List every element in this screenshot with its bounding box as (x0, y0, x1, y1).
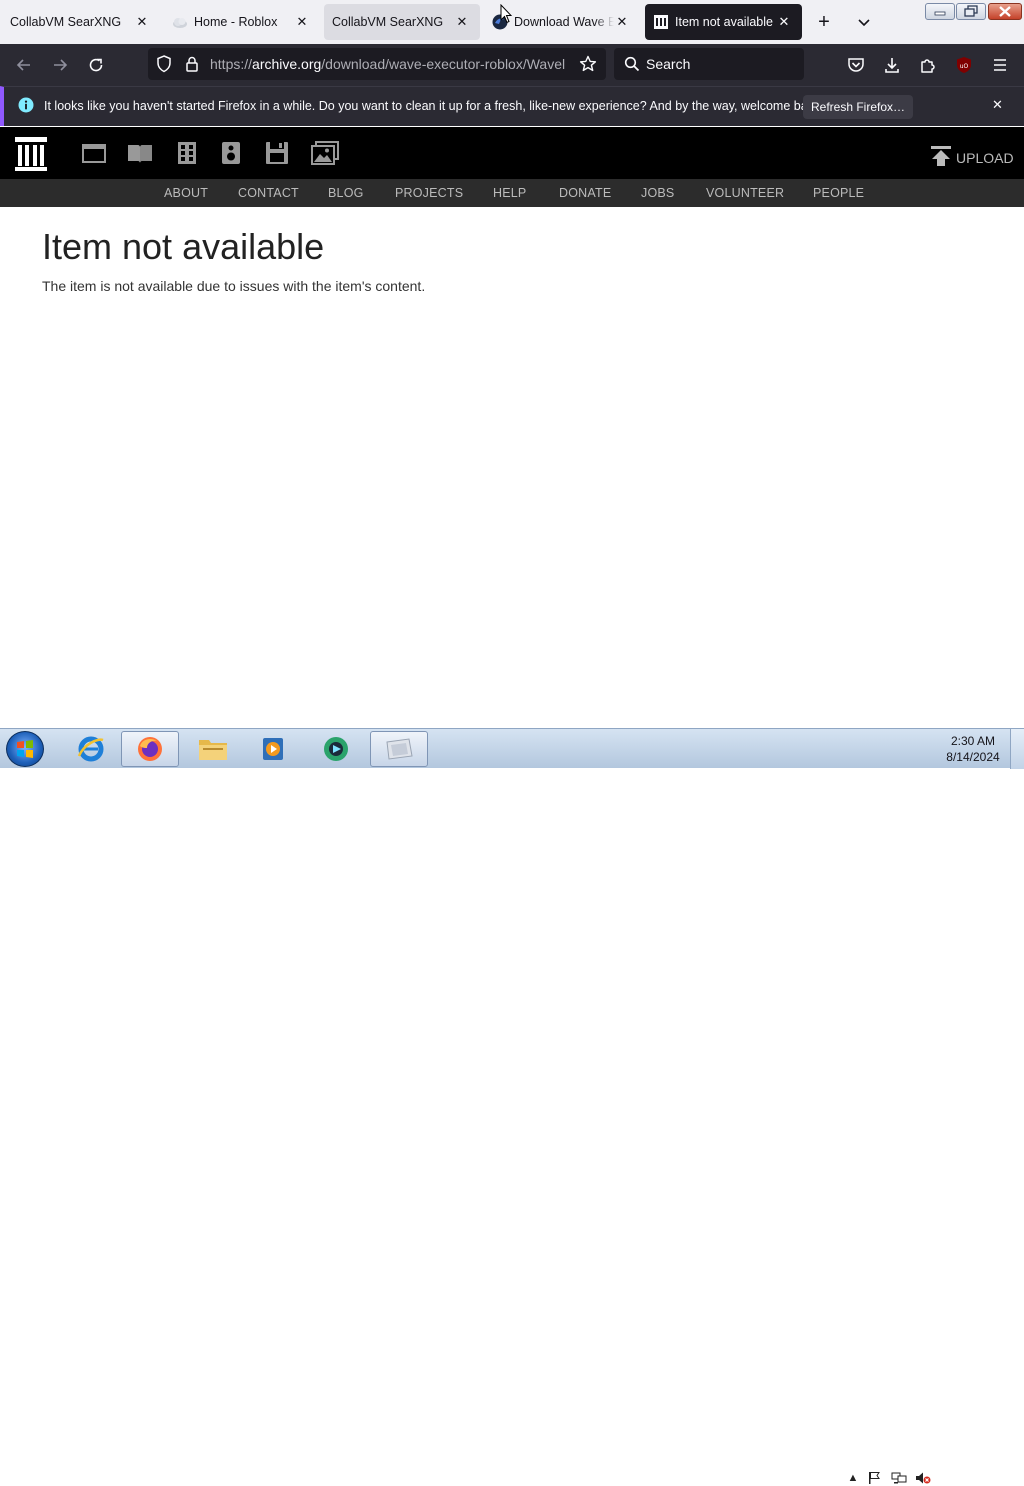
page-message: The item is not available due to issues … (42, 278, 426, 294)
notification-close-icon[interactable]: ✕ (992, 97, 1003, 113)
bookmark-star-icon[interactable] (576, 52, 600, 76)
extensions-puzzle-icon[interactable] (916, 53, 940, 77)
show-desktop-button[interactable] (1010, 729, 1024, 769)
file-explorer-icon[interactable] (184, 731, 242, 767)
tab-close-icon[interactable]: ✕ (614, 14, 630, 30)
action-center-flag-icon[interactable] (866, 1470, 882, 1486)
archive-icon (653, 14, 669, 30)
tab-close-icon[interactable]: ✕ (294, 14, 310, 30)
search-placeholder: Search (646, 56, 691, 72)
notification-text: It looks like you haven't started Firefo… (44, 99, 824, 113)
url-text[interactable]: https://archive.org/download/wave-execut… (210, 56, 572, 72)
restore-button[interactable] (956, 3, 986, 20)
tab-home-roblox[interactable]: Home - Roblox ✕ (164, 4, 320, 40)
tracking-shield-icon[interactable] (152, 52, 176, 76)
refresh-firefox-button[interactable]: Refresh Firefox… (803, 95, 913, 119)
minimize-button[interactable] (925, 3, 955, 20)
forward-arrow-icon[interactable] (48, 53, 72, 77)
url-host: archive.org (252, 56, 322, 72)
network-icon[interactable] (891, 1470, 907, 1486)
tab-close-icon[interactable]: ✕ (776, 14, 792, 30)
new-tab-button[interactable]: + (810, 8, 838, 36)
app-icon[interactable] (307, 731, 365, 767)
window-close-button[interactable] (988, 3, 1022, 20)
clock[interactable]: 2:30 AM 8/14/2024 (940, 733, 1006, 765)
nav-projects[interactable]: PROJECTS (395, 186, 463, 200)
web-archive-icon[interactable] (82, 141, 108, 167)
list-all-tabs-button[interactable] (850, 8, 878, 36)
nav-jobs[interactable]: JOBS (641, 186, 674, 200)
start-button[interactable] (6, 731, 44, 767)
notification-bar: It looks like you haven't started Firefo… (0, 86, 1024, 126)
downloads-icon[interactable] (880, 53, 904, 77)
volume-muted-icon[interactable] (915, 1470, 931, 1486)
tab-close-icon[interactable]: ✕ (454, 14, 470, 30)
firefox-icon[interactable] (121, 731, 179, 767)
svg-text:uO: uO (960, 63, 969, 70)
archive-logo-icon[interactable] (14, 136, 48, 177)
video-film-icon[interactable] (176, 141, 202, 167)
nav-people[interactable]: PEOPLE (813, 186, 864, 200)
audio-speaker-icon[interactable] (221, 141, 247, 167)
software-floppy-icon[interactable] (265, 141, 291, 167)
tab-item-not-available[interactable]: Item not available ✕ (645, 4, 802, 40)
tab-strip: CollabVM SearXNG ✕ Home - Roblox ✕ Colla… (0, 0, 1024, 44)
taskbar: ▲ (0, 728, 1024, 1484)
show-hidden-icons-arrow[interactable]: ▲ (845, 1470, 861, 1486)
tab-close-icon[interactable]: ✕ (134, 14, 150, 30)
images-gallery-icon[interactable] (311, 141, 339, 167)
lock-icon[interactable] (180, 52, 204, 76)
texts-book-icon[interactable] (126, 141, 152, 167)
media-player-icon[interactable] (244, 731, 302, 767)
nav-blog[interactable]: BLOG (328, 186, 364, 200)
cloud-icon (172, 14, 188, 30)
page-title: Item not available (42, 226, 325, 267)
tab-title: Item not available (675, 15, 773, 29)
tab-title: CollabVM SearXNG (10, 15, 122, 29)
tab-title: CollabVM SearXNG (332, 15, 444, 29)
clock-date: 8/14/2024 (946, 750, 1000, 764)
tab-collabvm-searxng-1[interactable]: CollabVM SearXNG ✕ (0, 4, 160, 40)
url-prefix: https:// (210, 56, 253, 72)
upload-arrow-icon (930, 145, 952, 170)
back-arrow-icon[interactable] (12, 53, 36, 77)
url-path: /download/wave-executor-roblox/Wavel (321, 56, 566, 72)
nav-about[interactable]: ABOUT (164, 186, 208, 200)
clock-time: 2:30 AM (950, 734, 996, 748)
nav-help[interactable]: HELP (493, 186, 526, 200)
nav-contact[interactable]: CONTACT (238, 186, 299, 200)
pocket-icon[interactable] (844, 53, 868, 77)
ublock-origin-icon[interactable]: uO (952, 53, 976, 77)
tab-title: Download Wave Ex (514, 15, 614, 29)
search-icon (620, 52, 644, 76)
window-thumbnail-icon[interactable] (370, 731, 428, 767)
nav-volunteer[interactable]: VOLUNTEER (706, 186, 784, 200)
hamburger-menu-icon[interactable] (988, 53, 1012, 77)
tab-collabvm-searxng-2[interactable]: CollabVM SearXNG ✕ (324, 4, 480, 40)
search-bar[interactable]: Search (614, 48, 804, 80)
info-icon (18, 97, 34, 118)
url-bar[interactable]: https://archive.org/download/wave-execut… (148, 48, 606, 80)
reload-icon[interactable] (84, 53, 108, 77)
nav-donate[interactable]: DONATE (559, 186, 611, 200)
internet-explorer-icon[interactable] (62, 731, 120, 767)
upload-label: UPLOAD (956, 149, 1014, 166)
mouse-cursor (500, 3, 513, 29)
tab-title: Home - Roblox (194, 15, 278, 29)
upload-button[interactable]: UPLOAD (930, 145, 1014, 170)
